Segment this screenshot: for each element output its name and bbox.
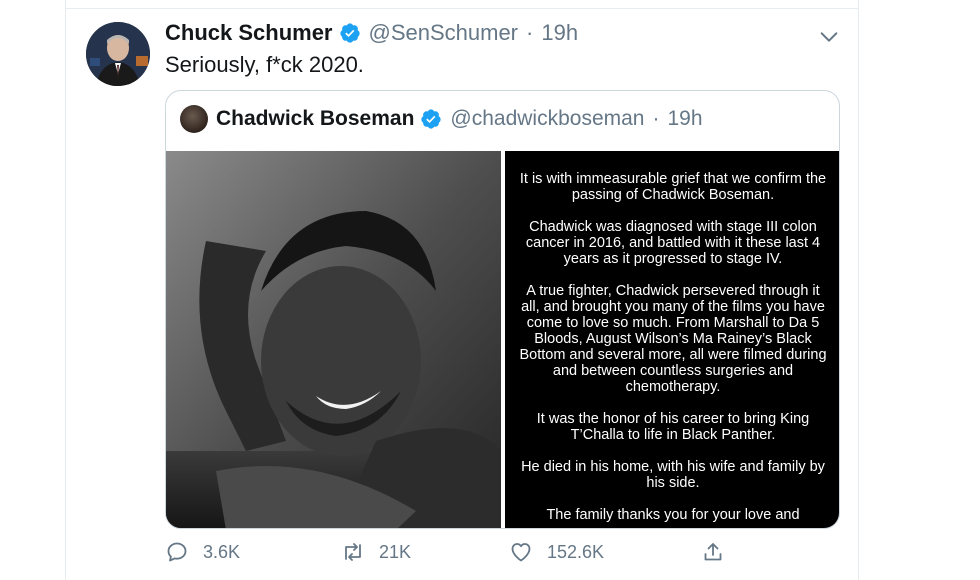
statement-paragraph: A true fighter, Chadwick persevered thro… (519, 283, 827, 395)
statement-paragraph: The family thanks you for your love and (546, 507, 800, 523)
tweet: Chuck Schumer @SenSchumer · 19h Seriousl… (65, 0, 859, 580)
share-icon (704, 543, 722, 561)
quoted-media[interactable]: It is with immeasurable grief that we co… (166, 151, 839, 528)
verified-badge-icon (339, 22, 361, 44)
like-icon (511, 543, 531, 562)
retweet-button[interactable]: 21K (341, 540, 411, 564)
like-count: 152.6K (547, 541, 605, 562)
avatar-image (86, 22, 150, 86)
statement-paragraph: He died in his home, with his wife and f… (521, 459, 825, 491)
share-button[interactable] (701, 540, 739, 564)
quoted-tweet[interactable]: Chadwick Boseman @chadwickboseman · 19h (165, 90, 840, 529)
chevron-down-icon[interactable] (818, 26, 840, 48)
tweet-actions: 3.6K 21K 152.6K (165, 540, 825, 570)
portrait-photo[interactable] (166, 151, 501, 528)
reply-button[interactable]: 3.6K (165, 540, 240, 564)
quoted-tweet-header: Chadwick Boseman @chadwickboseman · 19h (180, 105, 703, 133)
retweet-count: 21K (379, 541, 412, 562)
tweet-time[interactable]: 19h (541, 20, 578, 46)
quoted-author-name: Chadwick Boseman (216, 107, 415, 130)
avatar[interactable] (86, 22, 150, 86)
like-button[interactable]: 152.6K (509, 540, 604, 564)
divider (66, 8, 858, 9)
author-handle[interactable]: @SenSchumer (369, 20, 519, 46)
statement-paragraph: It is with immeasurable grief that we co… (519, 171, 827, 203)
meta-separator: · (526, 20, 534, 45)
portrait-image (166, 151, 501, 528)
reply-count: 3.6K (203, 541, 241, 562)
quoted-author-handle: @chadwickboseman (450, 107, 645, 130)
retweet-icon (345, 543, 361, 561)
tweet-header: Chuck Schumer @SenSchumer · 19h (165, 20, 578, 46)
tweet-text: Seriously, f*ck 2020. (165, 52, 364, 77)
statement-paragraph: It was the honor of his career to bring … (536, 411, 810, 443)
author-name[interactable]: Chuck Schumer (165, 20, 333, 46)
statement-paragraph: Chadwick was diagnosed with stage III co… (525, 219, 821, 267)
statement-image[interactable]: It is with immeasurable grief that we co… (505, 151, 839, 528)
meta-separator: · (652, 107, 660, 130)
quoted-tweet-time: 19h (667, 107, 703, 130)
reply-icon (167, 542, 187, 562)
verified-badge-icon (420, 108, 442, 130)
quoted-avatar (180, 105, 208, 133)
